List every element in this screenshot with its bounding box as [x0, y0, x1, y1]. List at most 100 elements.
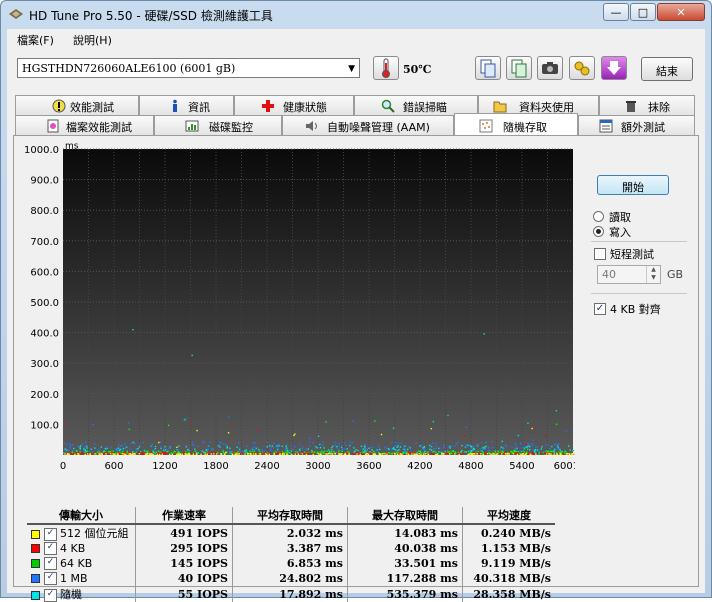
scatter-point: [317, 453, 320, 455]
align-4kb-checkbox[interactable]: ✓: [594, 303, 606, 315]
toolbar: HGSTHDN726060ALE6100 (6001 gB) ▼ 50℃ 結束: [7, 51, 705, 85]
menu-file[interactable]: 檔案(F): [17, 32, 54, 48]
scatter-point: [93, 442, 96, 445]
scatter-point: [174, 450, 176, 453]
scatter-point: [389, 448, 392, 451]
scatter-point: [281, 453, 284, 456]
scatter-point: [350, 444, 352, 447]
y-tick-label: 500.0: [30, 298, 59, 309]
scatter-point: [455, 443, 458, 445]
scatter-point: [531, 427, 533, 430]
series-checkbox[interactable]: ✓: [44, 557, 57, 571]
tab-disk-monitor[interactable]: 磁碟監控: [154, 115, 282, 135]
tab-random-access[interactable]: 隨機存取: [454, 113, 578, 135]
drive-select[interactable]: HGSTHDN726060ALE6100 (6001 gB) ▼: [17, 58, 360, 78]
exit-button[interactable]: 結束: [641, 57, 693, 81]
scatter-point: [171, 453, 174, 456]
options-button[interactable]: [569, 56, 595, 80]
scatter-point: [187, 448, 189, 451]
maximize-button[interactable]: □: [630, 3, 656, 21]
tab-error-scan[interactable]: 錯誤掃瞄: [354, 95, 478, 115]
y-tick-label: 400.0: [30, 329, 59, 340]
copy-button[interactable]: [475, 56, 501, 80]
scatter-point: [305, 448, 307, 450]
minimize-button[interactable]: —: [603, 3, 629, 21]
scatter-point: [492, 446, 494, 449]
scatter-point: [529, 449, 531, 451]
scatter-point: [238, 450, 241, 453]
scatter-point: [191, 453, 193, 455]
scatter-point: [552, 450, 554, 453]
scatter-point: [124, 447, 127, 449]
screenshot-button[interactable]: [537, 56, 563, 80]
short-test-size-input[interactable]: 40 ▲ ▼: [597, 265, 661, 284]
tab-info[interactable]: 資訊: [139, 95, 234, 115]
scatter-point: [122, 453, 124, 455]
scatter-point: [336, 445, 338, 448]
tab-extra-tests[interactable]: 額外測試: [578, 115, 695, 135]
scatter-point: [418, 450, 420, 452]
read-radio[interactable]: [593, 211, 604, 222]
scatter-point: [512, 453, 515, 455]
short-test-checkbox[interactable]: [594, 248, 606, 260]
scatter-point: [381, 453, 384, 455]
scatter-point: [309, 441, 311, 443]
scatter-point: [447, 414, 449, 417]
scatter-point: [501, 440, 503, 443]
scatter-point: [344, 442, 346, 444]
scatter-point: [323, 450, 326, 452]
scatter-point: [109, 452, 112, 455]
tab-label: 自動噪聲管理 (AAM): [327, 121, 430, 134]
scatter-point: [372, 446, 374, 449]
series-checkbox[interactable]: ✓: [44, 527, 57, 541]
scatter-point: [128, 453, 130, 455]
scatter-point: [276, 446, 278, 448]
tab-erase[interactable]: 抹除: [599, 95, 695, 115]
tab-benchmark[interactable]: 效能測試: [15, 95, 139, 115]
tab-label: 額外測試: [621, 121, 665, 134]
scatter-point: [348, 453, 350, 455]
save-button[interactable]: [601, 56, 627, 80]
transfer-size-cell: ✓ 512 個位元組: [27, 524, 136, 541]
series-checkbox[interactable]: ✓: [44, 588, 57, 602]
temperature-button[interactable]: [373, 56, 399, 80]
title-bar[interactable]: HD Tune Pro 5.50 - 硬碟/SSD 檢測維護工具 — □ ✕: [1, 1, 711, 29]
menu-help[interactable]: 說明(H): [73, 32, 112, 48]
series-checkbox[interactable]: ✓: [44, 572, 57, 586]
tab-aam[interactable]: 自動噪聲管理 (AAM): [282, 115, 454, 135]
scatter-point: [427, 453, 429, 455]
scatter-point: [117, 453, 119, 455]
tab-folder-usage[interactable]: 資料夾使用: [478, 95, 599, 115]
tab-health[interactable]: 健康狀態: [234, 95, 354, 115]
close-button[interactable]: ✕: [657, 3, 705, 21]
y-tick-label: 700.0: [30, 237, 59, 248]
scatter-point: [312, 442, 314, 444]
col-avg-access: 平均存取時間: [232, 507, 348, 525]
write-radio[interactable]: [593, 226, 604, 237]
copy-all-button[interactable]: [506, 56, 532, 80]
scatter-point: [502, 451, 505, 454]
scatter-point: [402, 446, 405, 448]
spin-arrows-icon[interactable]: ▲ ▼: [646, 266, 660, 283]
scatter-point: [334, 444, 337, 447]
color-swatch: [31, 574, 40, 584]
start-button[interactable]: 開始: [597, 175, 669, 195]
tab-file-benchmark[interactable]: 檔案效能測試: [15, 115, 154, 135]
scatter-point: [360, 445, 363, 447]
avg-speed-cell: 1.153 MB/s: [462, 541, 555, 556]
scatter-point: [409, 453, 412, 455]
scatter-point: [308, 445, 311, 447]
series-checkbox[interactable]: ✓: [44, 542, 57, 556]
scatter-point: [435, 442, 437, 445]
scatter-point: [310, 453, 313, 455]
scatter-point: [152, 453, 154, 455]
scatter-point: [114, 449, 116, 451]
scatter-point: [433, 450, 435, 452]
scatter-point: [527, 445, 529, 447]
scatter-point: [429, 448, 431, 451]
scatter-point: [331, 450, 334, 452]
scatter-point: [317, 446, 320, 449]
scatter-point: [301, 446, 304, 448]
scatter-point: [526, 443, 528, 446]
results-table: 傳輸大小 作業速率 平均存取時間 最大存取時間 平均速度 ✓ 512 個位元組 4…: [27, 507, 555, 602]
